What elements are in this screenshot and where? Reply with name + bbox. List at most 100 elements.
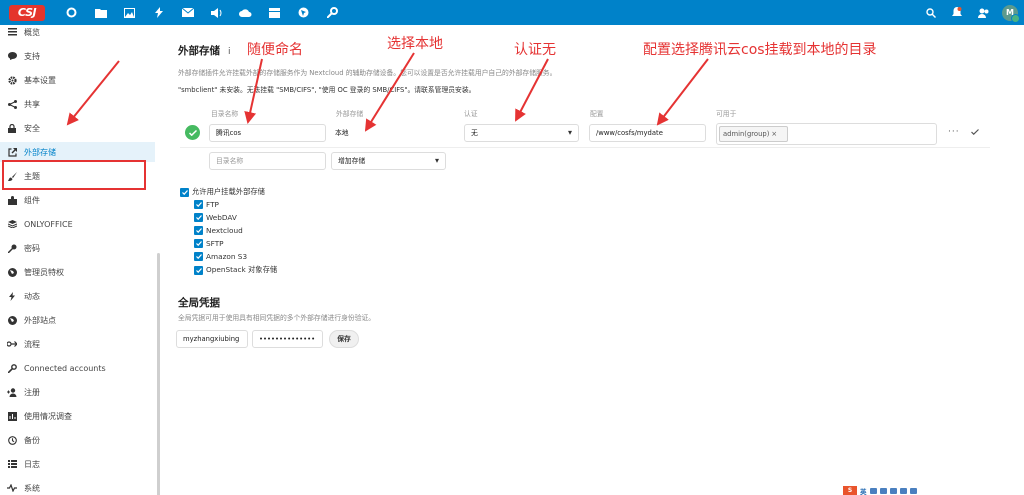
sidebar-item-label: 共享: [24, 99, 40, 109]
status-ok-icon: [185, 125, 200, 140]
checkbox-label: Amazon S3: [206, 252, 248, 261]
chart-icon: [7, 411, 17, 421]
info-icon[interactable]: i: [228, 47, 231, 57]
external-icon: [7, 147, 17, 157]
checkbox-label: FTP: [206, 200, 219, 209]
notifications-icon[interactable]: [944, 0, 970, 25]
folder-name-input[interactable]: 腾讯cos: [209, 124, 326, 142]
sidebar-item-connected-accounts[interactable]: Connected accounts: [0, 358, 155, 378]
search-icon[interactable]: [918, 0, 944, 25]
sidebar-item-backup[interactable]: 备份: [0, 430, 155, 450]
keyboard-icon: [889, 487, 897, 494]
gear-icon: [7, 75, 17, 85]
checkbox-label: SFTP: [206, 239, 224, 248]
top-right-controls: M: [918, 0, 1024, 25]
sidebar-item-onlyoffice[interactable]: ONLYOFFICE: [0, 214, 155, 234]
cloud-icon[interactable]: [231, 0, 260, 25]
sidebar-item-basic[interactable]: 基本设置: [0, 70, 155, 90]
sidebar-item-support[interactable]: 支持: [0, 46, 155, 66]
sidebar-item-sharing[interactable]: 共享: [0, 94, 155, 114]
flow-icon: [7, 339, 17, 349]
backend-openstack-checkbox[interactable]: OpenStack 对象存储: [194, 265, 277, 275]
backend-webdav-checkbox[interactable]: WebDAV: [194, 213, 237, 222]
sidebar-item-external-storage[interactable]: 外部存储: [0, 142, 155, 162]
username-input[interactable]: myzhangxiubing: [176, 330, 248, 348]
sidebar-item-usage-survey[interactable]: 使用情况调查: [0, 406, 155, 426]
tools-icon[interactable]: [318, 0, 347, 25]
backend-ftp-checkbox[interactable]: FTP: [194, 200, 219, 209]
lock-icon: [7, 123, 17, 133]
checkbox-checked-icon: [194, 200, 203, 209]
tools-icon: [7, 363, 17, 373]
sidebar-item-label: 注册: [24, 387, 40, 397]
checkbox-checked-icon: [194, 239, 203, 248]
sidebar-item-label: 管理员特权: [24, 267, 64, 277]
user-add-icon: [7, 387, 17, 397]
checkbox-checked-icon: [194, 226, 203, 235]
sidebar-item-label: 备份: [24, 435, 40, 445]
history-icon: [7, 435, 17, 445]
checkbox-checked-icon: [194, 265, 203, 275]
add-storage-select[interactable]: 增加存储: [331, 152, 446, 170]
sidebar-item-registration[interactable]: 注册: [0, 382, 155, 402]
checkbox-checked-icon: [180, 187, 189, 197]
backend-sftp-checkbox[interactable]: SFTP: [194, 239, 224, 248]
share-icon: [7, 99, 17, 109]
pulse-icon: [7, 483, 17, 493]
sidebar-item-flow[interactable]: 流程: [0, 334, 155, 354]
avatar[interactable]: M: [1002, 4, 1020, 23]
backend-amazon-s3-checkbox[interactable]: Amazon S3: [194, 252, 247, 261]
column-applicable: 可用于: [716, 110, 737, 118]
globe-icon: [7, 267, 17, 277]
row-divider: [180, 147, 990, 148]
applicable-chip: admin(group) ×: [719, 126, 788, 142]
key-icon: [7, 243, 17, 253]
sidebar-item-external-sites[interactable]: 外部站点: [0, 310, 155, 330]
ime-toolbar[interactable]: S 英: [843, 486, 920, 495]
more-options-icon[interactable]: ···: [948, 127, 960, 137]
chip-label: admin(group): [723, 130, 770, 138]
contacts-icon[interactable]: [970, 0, 996, 25]
new-folder-name-input[interactable]: 目录名称: [209, 152, 326, 170]
auth-select[interactable]: 无: [464, 124, 579, 142]
ime-logo: S: [843, 486, 857, 495]
global-credentials-description: 全局凭据可用于使用具有相同凭据的多个外部存储进行身份验证。: [178, 314, 376, 322]
smbclient-warning: "smbclient" 未安装。无法挂载 "SMB/CIFS", "使用 OC …: [178, 86, 476, 94]
sidebar-item-label: 概览: [24, 27, 40, 37]
backend-label: 本地: [335, 129, 349, 137]
sidebar-item-overview[interactable]: 概览: [0, 22, 155, 42]
save-button[interactable]: 保存: [329, 330, 359, 348]
audio-icon[interactable]: [202, 0, 231, 25]
config-datadir-input[interactable]: /www/cosfs/mydate: [589, 124, 706, 142]
ime-mode: 英: [860, 487, 867, 495]
password-input[interactable]: ••••••••••••••: [252, 330, 323, 348]
checkmark-icon[interactable]: [970, 126, 980, 138]
sidebar-item-passwords[interactable]: 密码: [0, 238, 155, 258]
column-external-storage: 外部存储: [336, 110, 364, 118]
settings-sidebar: 概览 支持 基本设置 共享 安全 外部存储 主题 组件 ONLYOFFICE 密…: [0, 25, 160, 495]
sidebar-item-system[interactable]: 系统: [0, 478, 155, 495]
annotation-select-local: 选择本地: [387, 36, 443, 52]
sidebar-scrollbar[interactable]: [157, 253, 160, 495]
tools-icon: [909, 487, 917, 494]
deck-icon[interactable]: [260, 0, 289, 25]
sidebar-item-activity[interactable]: 动态: [0, 286, 155, 306]
sidebar-item-admin-privileges[interactable]: 管理员特权: [0, 262, 155, 282]
allow-user-mounting-checkbox[interactable]: 允许用户挂载外部存储: [180, 187, 265, 197]
annotation-auth-none: 认证无: [514, 42, 556, 58]
checkbox-label: Nextcloud: [206, 226, 243, 235]
log-icon: [7, 459, 17, 469]
maps-icon[interactable]: [289, 0, 318, 25]
sidebar-item-label: 基本设置: [24, 75, 56, 85]
global-credentials-title: 全局凭据: [178, 297, 220, 309]
chip-remove-icon[interactable]: ×: [771, 130, 777, 138]
sidebar-item-security[interactable]: 安全: [0, 118, 155, 138]
sidebar-item-label: 系统: [24, 483, 40, 493]
sidebar-item-components[interactable]: 组件: [0, 190, 155, 210]
sidebar-item-logging[interactable]: 日志: [0, 454, 155, 474]
sidebar-item-label: 流程: [24, 339, 40, 349]
mail-icon[interactable]: [173, 0, 202, 25]
logo[interactable]: CSJ: [9, 4, 45, 21]
sidebar-item-label: 动态: [24, 291, 40, 301]
backend-nextcloud-checkbox[interactable]: Nextcloud: [194, 226, 243, 235]
